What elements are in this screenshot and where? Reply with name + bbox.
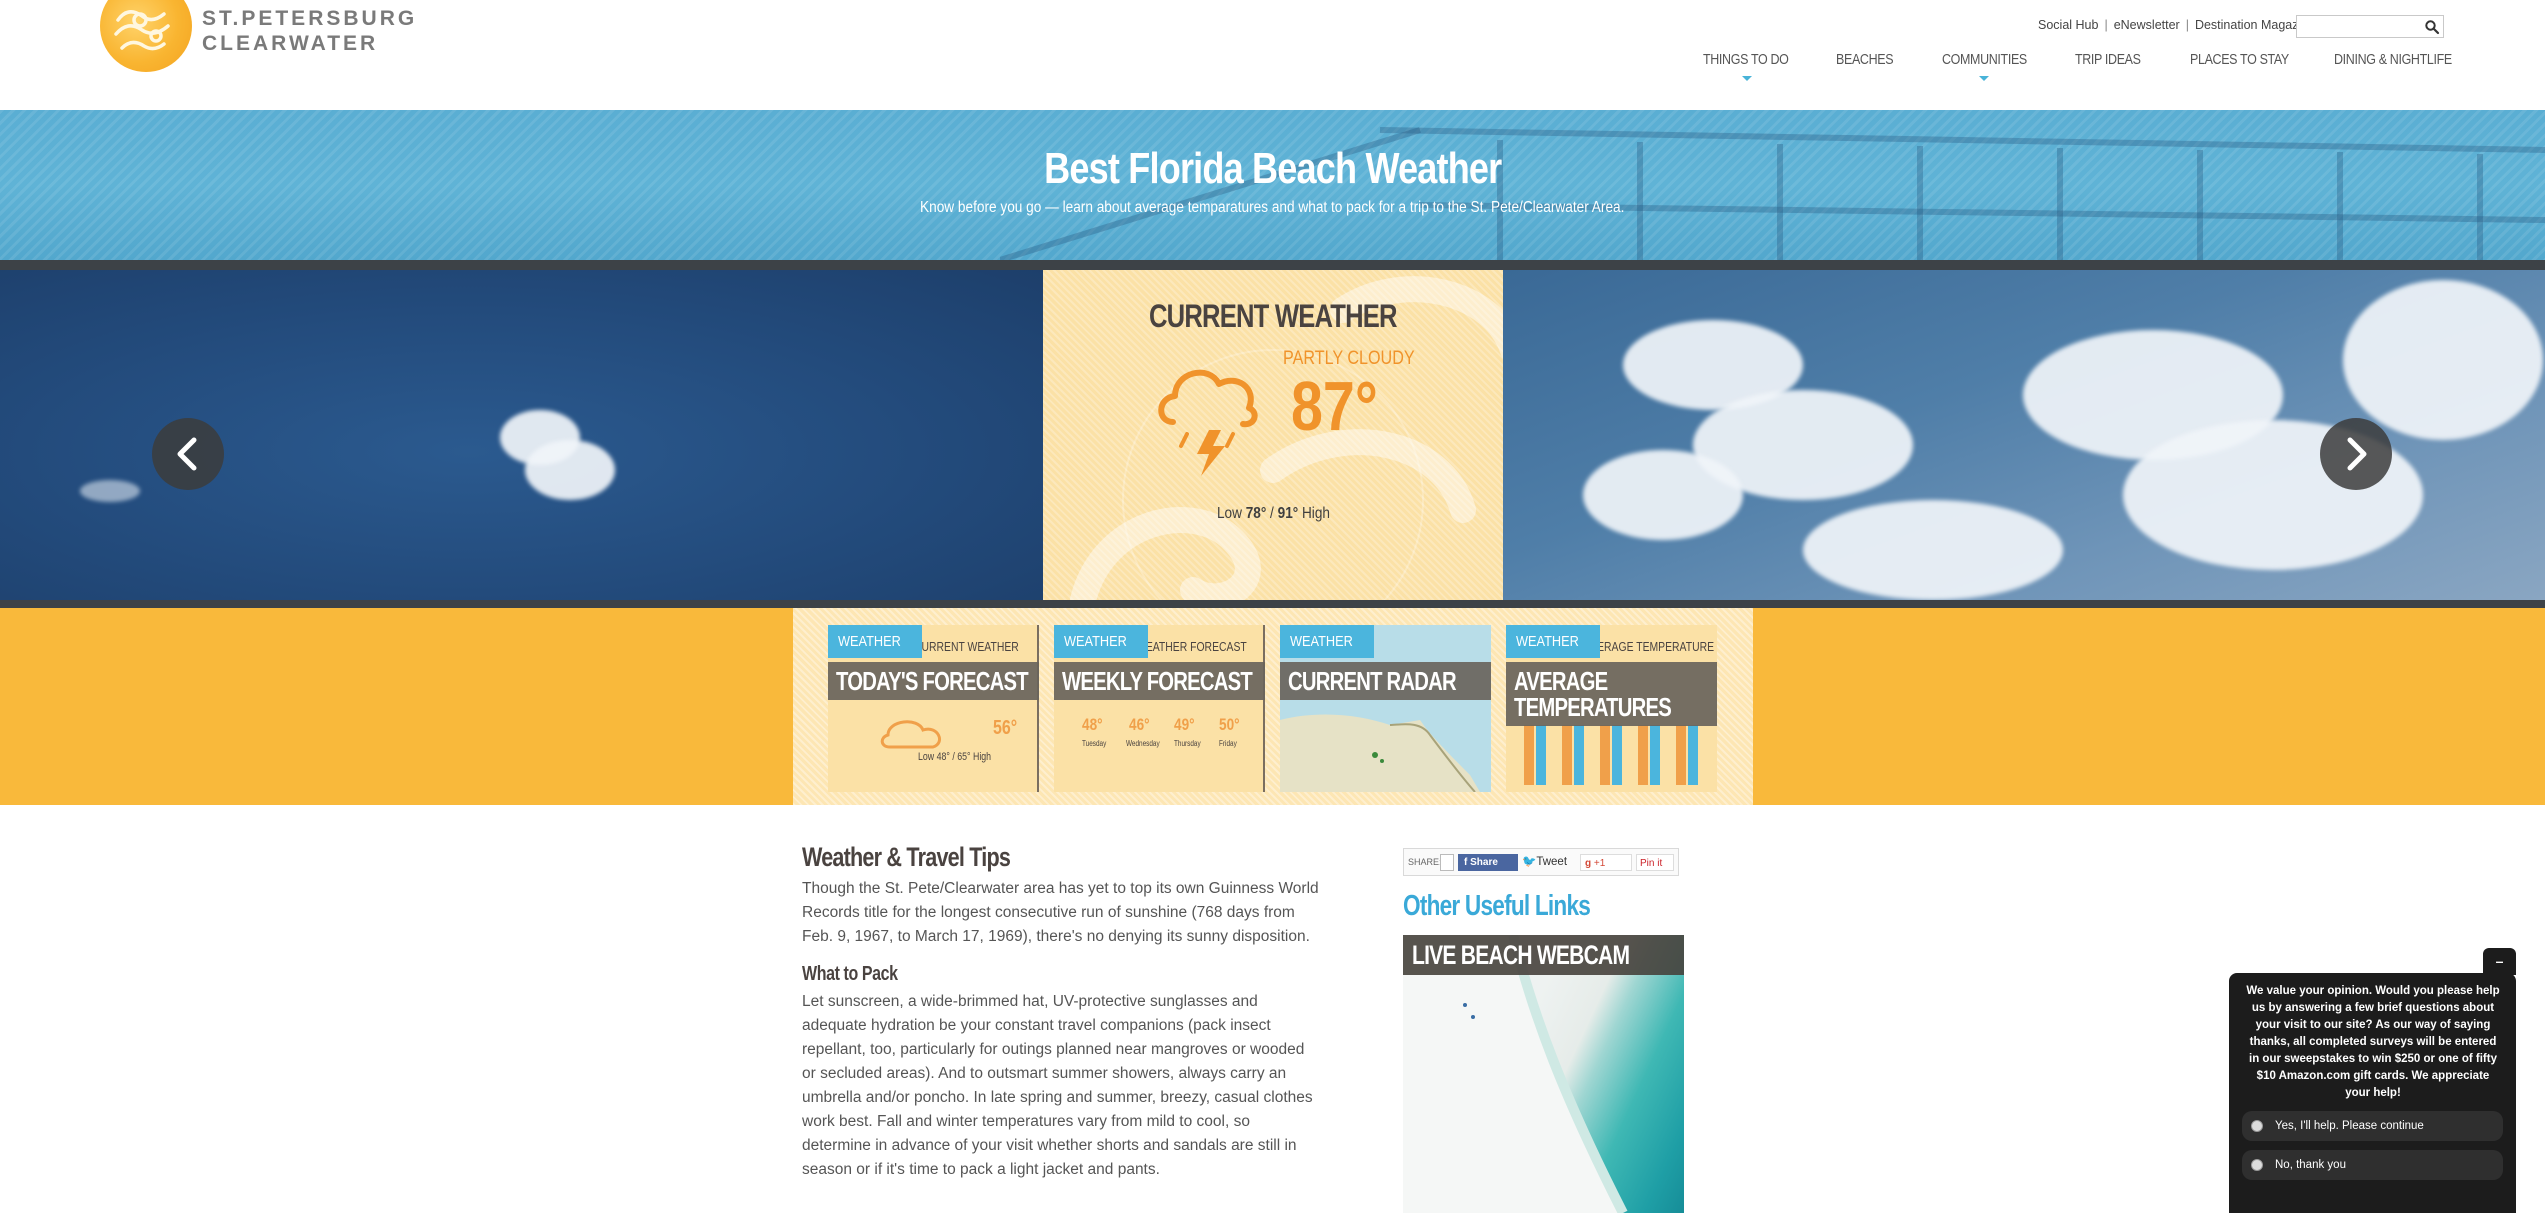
site-header: ST.PETERSBURG CLEARWATER Social Hub | eNew… <box>0 0 2545 110</box>
search-input[interactable] <box>2296 15 2444 38</box>
survey-option-no[interactable]: No, thank you <box>2242 1150 2503 1180</box>
tile-current-radar[interactable]: WEATHER CURRENT RADAR <box>1280 625 1491 792</box>
tile-weekly-forecast[interactable]: WEATHER FORECAST 48° 46° 49° 50° Tuesday… <box>1054 625 1265 792</box>
page-title: Best Florida Beach Weather <box>1043 144 1502 193</box>
weather-slider: CURRENT WEATHER PARTLY CLOUDY 87° Low 78… <box>0 260 2545 608</box>
nav-communities[interactable]: COMMUNITIES <box>1942 52 2027 68</box>
other-useful-links-title: Other Useful Links <box>1403 890 1591 922</box>
tile-todays-forecast[interactable]: CURRENT WEATHER 56° Low 48° / 65° High W… <box>828 625 1039 792</box>
beach-aerial-image <box>1403 935 1628 1213</box>
tile-title: CURRENT RADAR <box>1280 662 1491 700</box>
tile-bg-temp: 50° <box>1219 715 1240 734</box>
util-sep: | <box>2104 18 2108 32</box>
survey-option-yes[interactable]: Yes, I'll help. Please continue <box>2242 1111 2503 1141</box>
tile-tag: WEATHER <box>1054 625 1148 658</box>
current-weather-card[interactable]: CURRENT WEATHER PARTLY CLOUDY 87° Low 78… <box>1043 270 1503 600</box>
article-intro: Though the St. Pete/Clearwater area has … <box>802 880 1319 945</box>
radio-button[interactable] <box>2251 1159 2263 1171</box>
tile-tag: WEATHER <box>828 625 922 658</box>
share-label: SHARE: <box>1408 857 1442 867</box>
current-weather-title: CURRENT WEATHER <box>1149 298 1398 334</box>
logo-text[interactable]: ST.PETERSBURG CLEARWATER <box>202 6 417 56</box>
tile-bg-temp: 46° <box>1129 715 1150 734</box>
tile-bg-caption: CURRENT WEATHER <box>914 639 1019 654</box>
webcam-title: LIVE BEACH WEBCAM <box>1403 935 1684 975</box>
chevron-left-icon <box>177 437 197 471</box>
low-high-temperature: Low 78° / 91° High <box>1216 505 1330 522</box>
high-value: 91° <box>1277 505 1298 522</box>
tile-bg-temp: 48° <box>1082 715 1103 734</box>
slider-prev-button[interactable] <box>152 418 224 490</box>
nav-trip-ideas[interactable]: TRIP IDEAS <box>2075 52 2141 68</box>
twitter-tweet-button[interactable]: 🐦Tweet <box>1522 854 1576 871</box>
facebook-share-button[interactable]: f Share <box>1458 854 1518 871</box>
email-share-icon[interactable] <box>1440 854 1454 871</box>
tile-bg-day: Thursday <box>1174 739 1201 748</box>
survey-popup: We value your opinion. Would you please … <box>2229 973 2516 1213</box>
nav-dining-nightlife[interactable]: DINING & NIGHTLIFE <box>2334 52 2452 68</box>
page-subtitle: Know before you go — learn about average… <box>920 199 1625 216</box>
main-nav: THINGS TO DO BEACHES COMMUNITIES TRIP ID… <box>0 52 2545 92</box>
nav-dropdown-caret-icon <box>1979 76 1989 81</box>
tile-title: TODAY'S FORECAST <box>828 662 1039 700</box>
google-plus-button[interactable]: g +1 <box>1580 854 1632 871</box>
tile-bg-caption: WEATHER FORECAST <box>1136 639 1247 654</box>
tile-title-line1: AVERAGE <box>1514 666 1608 696</box>
tile-bg-caption: AVERAGE TEMPERATURE <box>1584 639 1715 654</box>
nav-beaches[interactable]: BEACHES <box>1836 52 1894 68</box>
twitter-icon: 🐦 <box>1522 856 1537 868</box>
what-to-pack-text: Let sunscreen, a wide-brimmed hat, UV-pr… <box>802 993 1313 1178</box>
low-label: Low <box>1216 505 1242 522</box>
feature-strip: CURRENT WEATHER 56° Low 48° / 65° High W… <box>0 608 2545 805</box>
nav-things-to-do[interactable]: THINGS TO DO <box>1703 52 1789 68</box>
tile-bg-lowhigh: Low 48° / 65° High <box>918 751 992 763</box>
tile-bg-day: Wednesday <box>1126 739 1160 748</box>
share-bar: SHARE: f Share 🐦Tweet g +1 Pin it <box>1403 848 1679 876</box>
thunderstorm-icon <box>1158 369 1258 476</box>
survey-option-label: No, thank you <box>2275 1159 2346 1171</box>
logo-line1: ST.PETERSBURG <box>202 7 418 30</box>
util-link-social-hub[interactable]: Social Hub <box>2038 18 2098 32</box>
utility-links: Social Hub | eNewsletter | Destination Magaz… <box>2038 18 2315 32</box>
util-link-enewsletter[interactable]: eNewsletter <box>2114 18 2180 32</box>
tile-title-line2: TEMPERATURES <box>1514 692 1672 722</box>
search-icon[interactable] <box>2424 19 2440 35</box>
tile-bg-day: Tuesday <box>1082 739 1107 748</box>
tile-tag: WEATHER <box>1506 625 1600 658</box>
low-value: 78° <box>1245 505 1266 522</box>
tile-title: WEEKLY FORECAST <box>1054 662 1265 700</box>
chevron-right-icon <box>2347 437 2367 471</box>
tile-average-temperatures[interactable]: AVERAGE TEMPERATURE WEATHER AVERAGE TEMP… <box>1506 625 1717 792</box>
live-beach-webcam-card[interactable]: LIVE BEACH WEBCAM <box>1403 935 1684 1213</box>
slider-next-button[interactable] <box>2320 418 2392 490</box>
tile-tag: WEATHER <box>1280 625 1374 658</box>
high-label: High <box>1301 505 1330 522</box>
radio-button[interactable] <box>2251 1120 2263 1132</box>
current-temperature: 87° <box>1291 367 1378 445</box>
survey-close-button[interactable]: – <box>2483 948 2516 975</box>
nav-dropdown-caret-icon <box>1742 76 1752 81</box>
article-content: Weather & Travel Tips Though the St. Pet… <box>802 842 1322 1182</box>
tile-bg-temp: 56° <box>993 717 1018 739</box>
pinterest-pin-button[interactable]: Pin it <box>1636 854 1674 871</box>
tile-title: AVERAGE TEMPERATURES <box>1506 662 1717 726</box>
feature-tiles: CURRENT WEATHER 56° Low 48° / 65° High W… <box>793 608 1753 805</box>
article-heading: Weather & Travel Tips <box>802 842 1011 872</box>
hero-banner: Best Florida Beach Weather Know before y… <box>0 110 2545 260</box>
tile-bg-day: Friday <box>1219 739 1237 748</box>
what-to-pack-heading: What to Pack <box>802 963 898 985</box>
util-sep: | <box>2185 18 2189 32</box>
nav-places-to-stay[interactable]: PLACES TO STAY <box>2190 52 2289 68</box>
google-plus-icon: g <box>1585 858 1594 869</box>
survey-option-label: Yes, I'll help. Please continue <box>2275 1120 2424 1132</box>
survey-message: We value your opinion. Would you please … <box>2246 985 2500 1099</box>
tile-bg-temp: 49° <box>1174 715 1195 734</box>
